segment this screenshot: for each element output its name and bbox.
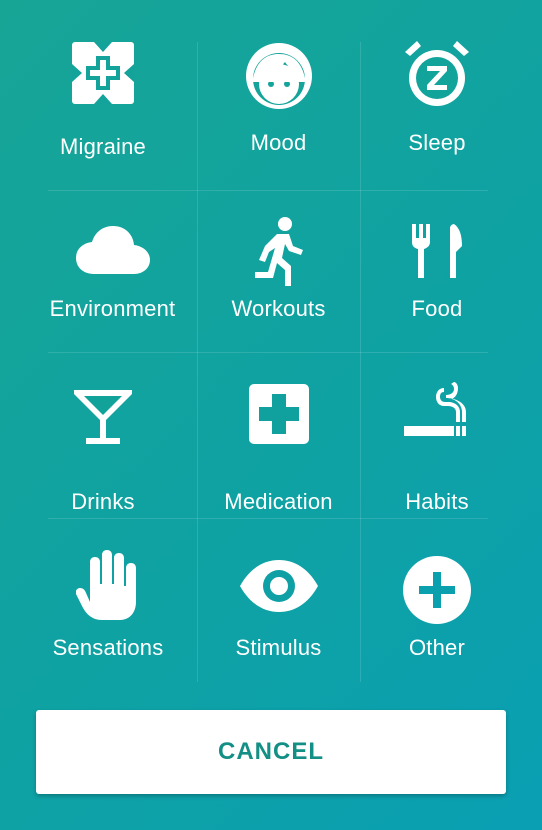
category-label: Drinks (71, 489, 135, 514)
medical-cross-icon (248, 384, 309, 444)
category-other[interactable]: Other (360, 518, 514, 692)
fork-knife-icon (410, 224, 464, 278)
cloud-icon (75, 224, 150, 274)
category-sleep[interactable]: Sleep (360, 22, 514, 190)
category-habits[interactable]: Habits (360, 352, 514, 518)
cocktail-glass-icon (74, 388, 132, 446)
category-stimulus[interactable]: Stimulus (197, 518, 360, 692)
face-icon (245, 42, 313, 110)
category-drinks[interactable]: Drinks (28, 352, 178, 518)
category-label: Sleep (408, 130, 466, 155)
category-label: Other (408, 635, 466, 660)
running-person-icon (251, 216, 307, 288)
plus-circle-icon (403, 556, 471, 624)
cancel-button-label: CANCEL (218, 738, 324, 765)
category-label: Mood (250, 130, 307, 155)
category-label: Medication (224, 489, 333, 514)
category-label: Sensations (52, 635, 164, 660)
category-label: Workouts (231, 296, 326, 321)
category-label: Stimulus (235, 635, 322, 660)
cancel-button[interactable]: CANCEL (36, 710, 506, 794)
migraine-icon (72, 42, 134, 104)
category-label: Habits (405, 489, 469, 514)
category-food[interactable]: Food (360, 190, 514, 352)
eye-icon (239, 560, 318, 612)
category-sensations[interactable]: Sensations (28, 518, 188, 692)
category-migraine[interactable]: Migraine (28, 22, 178, 190)
category-environment[interactable]: Environment (28, 190, 197, 352)
category-label: Environment (49, 296, 176, 321)
category-workouts[interactable]: Workouts (197, 190, 360, 352)
category-medication[interactable]: Medication (197, 352, 360, 518)
alarm-clock-icon (401, 38, 473, 110)
category-label: Food (411, 296, 463, 321)
cigarette-icon (404, 382, 470, 438)
hand-icon (76, 550, 140, 620)
category-grid: Migraine Mood Sleep Environment Workouts… (28, 22, 514, 692)
category-mood[interactable]: Mood (197, 22, 360, 190)
category-label: Migraine (60, 134, 146, 159)
